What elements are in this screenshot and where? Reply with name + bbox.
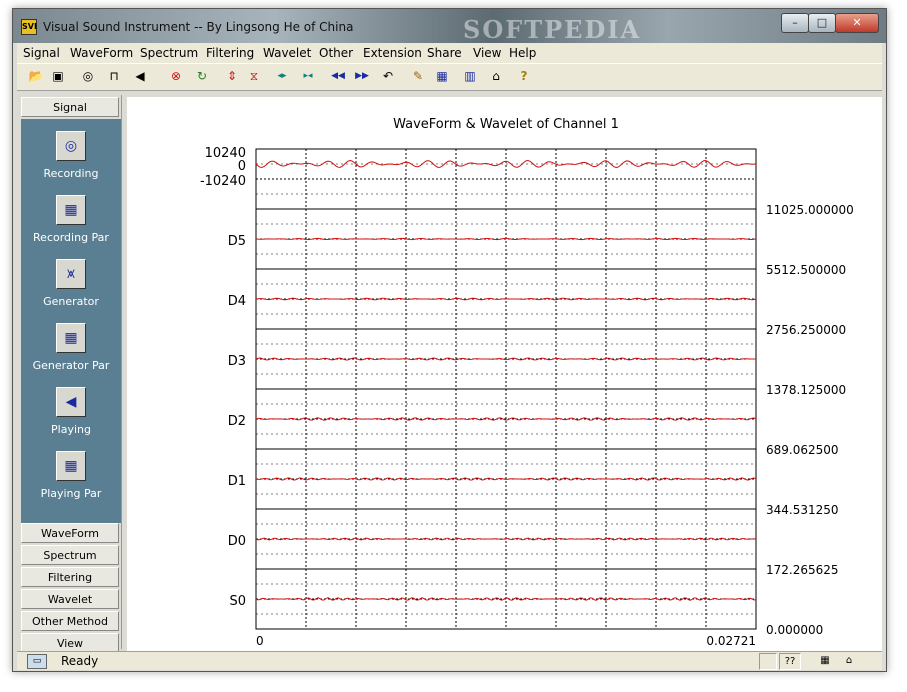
right-axis-label: 0.000000	[766, 623, 823, 637]
sidebar-item-label: Generator	[43, 295, 99, 308]
client-area: Signal ◎ Recording ▦ Recording Par ⩙ Gen…	[17, 91, 882, 653]
expand-horizontal-icon[interactable]: ◂▸	[271, 67, 293, 85]
forward-icon[interactable]: ▶▶	[351, 67, 373, 85]
sidebar-item-label: Recording Par	[33, 231, 109, 244]
left-axis-label: 0	[238, 159, 246, 174]
help-icon[interactable]: ?	[515, 67, 533, 85]
status-tools-icon[interactable]: ▦	[815, 653, 835, 668]
save-icon[interactable]: ▣	[49, 67, 67, 85]
recording-icon: ◎	[56, 131, 86, 161]
signal-panel: ◎ Recording ▦ Recording Par ⩙ Generator …	[21, 119, 121, 523]
left-axis-label: -10240	[200, 174, 246, 189]
sidebar-item-playing[interactable]: ◀ Playing	[21, 387, 121, 447]
status-cell-empty	[759, 653, 777, 670]
sidebar-item-label: Recording	[43, 167, 99, 180]
sidebar-item-label: Generator Par	[32, 359, 110, 372]
right-axis-label: 2756.250000	[766, 323, 846, 337]
tools-icon[interactable]: ✎	[409, 67, 427, 85]
expand-vertical-icon[interactable]: ⇕	[223, 67, 241, 85]
tab-wavelet[interactable]: Wavelet	[21, 589, 119, 609]
generator-params-icon: ▦	[56, 323, 86, 353]
books-icon[interactable]: ▥	[461, 67, 479, 85]
undo-icon[interactable]: ↶	[379, 67, 397, 85]
tab-signal[interactable]: Signal	[21, 97, 119, 117]
menu-spectrum[interactable]: Spectrum	[140, 46, 198, 60]
speaker-icon: ◀	[56, 387, 86, 417]
sidebar-item-recording-par[interactable]: ▦ Recording Par	[21, 195, 121, 255]
x-tick-label: 0.02721	[706, 634, 756, 648]
compress-horizontal-icon[interactable]: ▸◂	[297, 67, 319, 85]
series-line	[255, 297, 757, 301]
status-help-cell: ??	[779, 653, 801, 670]
menu-help[interactable]: Help	[509, 46, 536, 60]
right-axis-label: 1378.125000	[766, 383, 846, 397]
sidebar-item-label: Playing Par	[40, 487, 102, 500]
x-tick-label: 0	[256, 634, 264, 648]
tab-spectrum[interactable]: Spectrum	[21, 545, 119, 565]
sidebar-item-recording[interactable]: ◎ Recording	[21, 131, 121, 191]
window-title: Visual Sound Instrument -- By Lingsong H…	[43, 20, 354, 34]
status-text: Ready	[61, 654, 99, 668]
right-axis-label: 5512.500000	[766, 263, 846, 277]
right-axis-label: 11025.000000	[766, 203, 854, 217]
left-axis-label: S0	[229, 594, 246, 609]
watermark: SOFTPEDIA	[463, 15, 642, 44]
plot-area[interactable]: WaveForm & Wavelet of Channel 1 10240 0 -10…	[127, 97, 882, 651]
menu-filtering[interactable]: Filtering	[206, 46, 254, 60]
status-icon: ▭	[27, 654, 47, 669]
menu-waveform[interactable]: WaveForm	[70, 46, 133, 60]
status-home-icon[interactable]: ⌂	[839, 653, 859, 668]
status-bar: ▭ Ready ?? ▦ ⌂	[17, 651, 882, 670]
menu-extension[interactable]: Extension	[363, 46, 422, 60]
menu-bar: Signal WaveForm Spectrum Filtering Wavel…	[17, 43, 882, 63]
toolbar: 📂 ▣ ◎ ⊓ ◀ ⊗ ↻ ⇕ ⧖ ◂▸ ▸◂ ◀◀ ▶▶ ↶ ✎ ▦ ▥ ⌂ …	[17, 63, 882, 91]
sidebar-item-generator[interactable]: ⩙ Generator	[21, 259, 121, 319]
grid-icon[interactable]: ▦	[433, 67, 451, 85]
sidebar-item-generator-par[interactable]: ▦ Generator Par	[21, 323, 121, 383]
compress-vertical-icon[interactable]: ⧖	[245, 67, 263, 85]
left-axis-label: D3	[228, 354, 246, 369]
tab-filtering[interactable]: Filtering	[21, 567, 119, 587]
left-axis-label: D0	[228, 534, 246, 549]
home-icon[interactable]: ⌂	[487, 67, 505, 85]
refresh-icon[interactable]: ↻	[193, 67, 211, 85]
right-axis-label: 689.062500	[766, 443, 839, 457]
stop-icon[interactable]: ⊗	[167, 67, 185, 85]
menu-wavelet[interactable]: Wavelet	[263, 46, 311, 60]
menu-other[interactable]: Other	[319, 46, 353, 60]
chart-title: WaveForm & Wavelet of Channel 1	[393, 117, 619, 132]
left-axis-label: D1	[228, 474, 246, 489]
generator-icon[interactable]: ⊓	[105, 67, 123, 85]
minimize-button[interactable]: –	[781, 13, 809, 33]
sidebar: Signal ◎ Recording ▦ Recording Par ⩙ Gen…	[21, 95, 122, 653]
left-axis-label: D4	[228, 294, 246, 309]
open-folder-icon[interactable]: 📂	[27, 67, 45, 85]
tab-view[interactable]: View	[21, 633, 119, 653]
playing-params-icon: ▦	[56, 451, 86, 481]
left-axis-label: D5	[228, 234, 246, 249]
close-button[interactable]: ✕	[835, 13, 879, 33]
recording-params-icon: ▦	[56, 195, 86, 225]
menu-signal[interactable]: Signal	[23, 46, 60, 60]
record-icon[interactable]: ◎	[79, 67, 97, 85]
maximize-button[interactable]: □	[808, 13, 836, 33]
sidebar-item-playing-par[interactable]: ▦ Playing Par	[21, 451, 121, 511]
rewind-icon[interactable]: ◀◀	[327, 67, 349, 85]
right-axis-label: 344.531250	[766, 503, 839, 517]
menu-share[interactable]: Share	[427, 46, 462, 60]
left-axis-label: D2	[228, 414, 246, 429]
app-icon: SVI	[21, 19, 37, 35]
speaker-icon[interactable]: ◀	[131, 67, 149, 85]
tab-waveform[interactable]: WaveForm	[21, 523, 119, 543]
app-window: SVI Visual Sound Instrument -- By Lingso…	[12, 8, 887, 672]
title-bar[interactable]: SVI Visual Sound Instrument -- By Lingso…	[13, 9, 886, 44]
generator-icon: ⩙	[56, 259, 86, 289]
tab-other-method[interactable]: Other Method	[21, 611, 119, 631]
waveform-wavelet-chart[interactable]: WaveForm & Wavelet of Channel 1102400-10…	[127, 97, 882, 651]
menu-view[interactable]: View	[473, 46, 501, 60]
series-line	[255, 537, 757, 541]
right-axis-label: 172.265625	[766, 563, 839, 577]
sidebar-item-label: Playing	[51, 423, 91, 436]
